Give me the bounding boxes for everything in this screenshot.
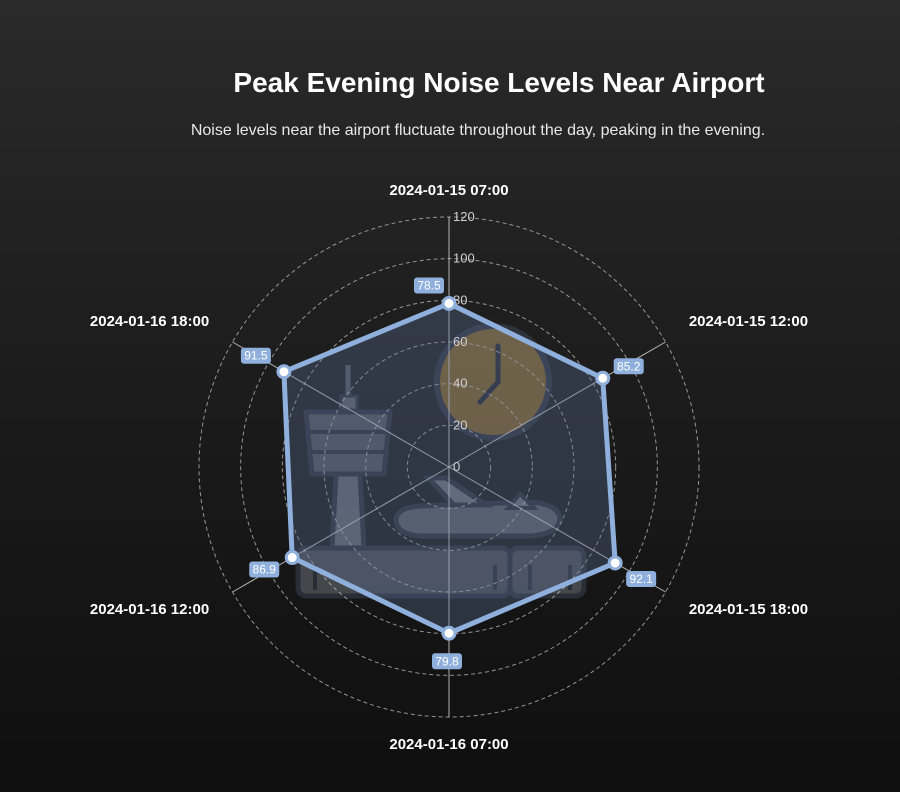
r-tick-label: 0 xyxy=(453,459,460,474)
radar-chart: 020406080100120 78.585.292.179.886.991.5… xyxy=(90,182,808,753)
r-tick-label: 40 xyxy=(453,376,467,391)
r-tick-label: 120 xyxy=(453,209,475,224)
category-label: 2024-01-15 12:00 xyxy=(689,313,808,330)
data-label-text: 86.9 xyxy=(253,563,277,577)
data-point xyxy=(441,625,457,641)
data-label: 79.8 xyxy=(432,653,462,670)
data-point xyxy=(276,364,292,380)
data-label: 85.2 xyxy=(613,358,644,375)
data-label-text: 92.1 xyxy=(629,572,653,586)
category-label: 2024-01-16 12:00 xyxy=(90,601,209,618)
r-tick-label: 60 xyxy=(453,334,467,349)
category-label: 2024-01-16 18:00 xyxy=(90,313,209,330)
data-point xyxy=(595,370,611,386)
r-tick-label: 100 xyxy=(453,251,475,266)
category-label: 2024-01-16 07:00 xyxy=(389,736,508,753)
category-label: 2024-01-15 07:00 xyxy=(389,182,508,199)
data-label-text: 79.8 xyxy=(435,654,459,668)
data-label-text: 78.5 xyxy=(417,278,441,292)
data-label: 92.1 xyxy=(626,570,657,587)
data-label: 91.5 xyxy=(240,347,271,364)
r-tick-label: 20 xyxy=(453,417,467,432)
data-label: 86.9 xyxy=(249,561,280,578)
data-point xyxy=(607,555,623,571)
data-label: 78.5 xyxy=(414,277,444,294)
data-label-text: 85.2 xyxy=(617,359,641,373)
category-label: 2024-01-15 18:00 xyxy=(689,601,808,618)
data-point xyxy=(441,295,457,311)
data-label-text: 91.5 xyxy=(244,349,268,363)
data-point xyxy=(284,550,300,566)
